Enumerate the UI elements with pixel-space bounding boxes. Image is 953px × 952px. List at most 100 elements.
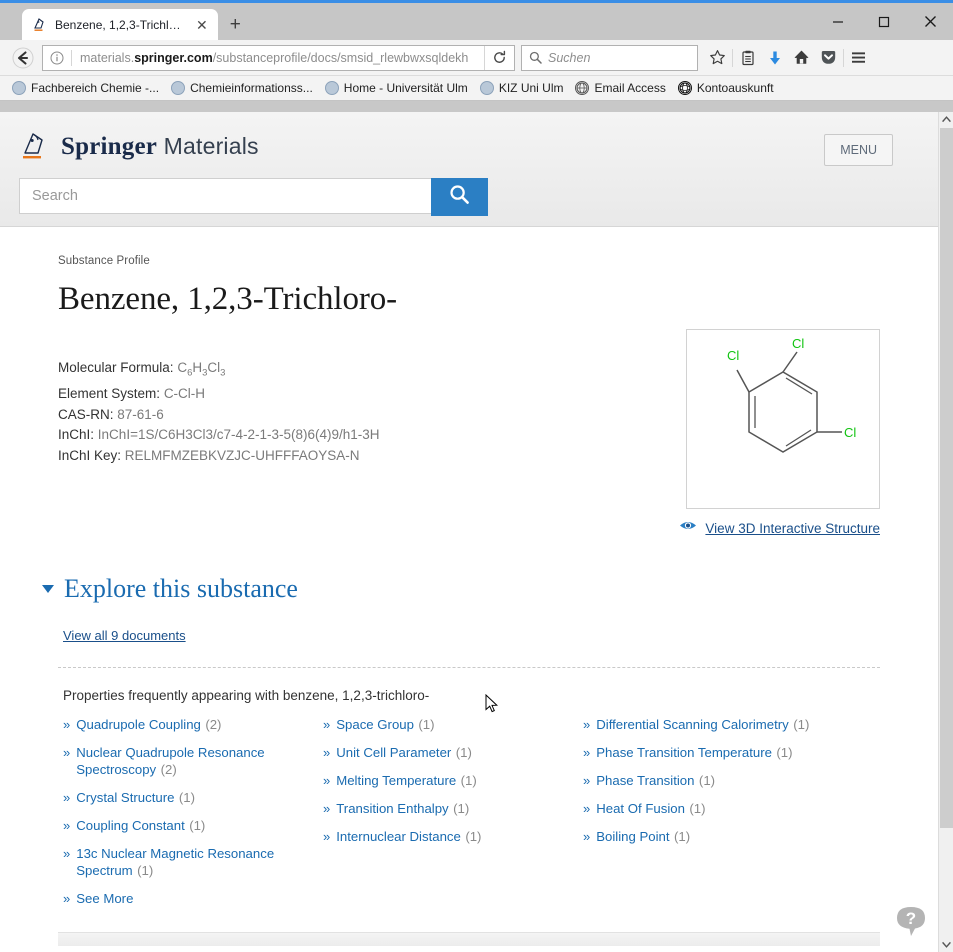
search-magnifier-icon [522,51,542,64]
property-item[interactable]: » Internuclear Distance (1) [323,828,583,845]
close-window-button[interactable] [907,3,953,40]
hamburger-menu-icon[interactable] [845,43,872,73]
bookmark-item-0[interactable]: Fachbereich Chemie -... [6,81,165,95]
property-item[interactable]: » Nuclear Quadrupole Resonance Spectrosc… [63,744,323,778]
bookmark-item-5[interactable]: Kontoauskunft [672,81,780,95]
view-3d-structure-link[interactable]: View 3D Interactive Structure [679,519,880,537]
property-label[interactable]: Internuclear Distance [336,829,461,844]
fact-label: Molecular Formula: [58,360,174,375]
brand-light: Materials [157,133,259,159]
reload-icon[interactable] [484,45,514,70]
new-tab-button[interactable]: + [218,15,251,40]
property-item[interactable]: » Crystal Structure (1) [63,789,323,806]
property-label[interactable]: Phase Transition Temperature [596,745,772,760]
properties-intro: Properties frequently appearing with ben… [63,688,430,704]
search-submit-button[interactable] [431,178,488,216]
property-count: (1) [460,773,477,789]
view-3d-label[interactable]: View 3D Interactive Structure [705,521,880,536]
property-label[interactable]: 13c Nuclear Magnetic Resonance Spectrum [76,846,274,878]
property-item[interactable]: » Transition Enthalpy (1) [323,800,583,817]
bookmark-item-3[interactable]: KIZ Uni Ulm [474,81,570,95]
search-input[interactable]: Search [19,178,432,214]
bookmark-item-2[interactable]: Home - Universität Ulm [319,81,474,95]
pocket-icon[interactable] [815,43,842,73]
fact-value: InChI=1S/C6H3Cl3/c7-4-2-1-3-5(8)6(4)9/h1… [97,427,380,443]
minimize-button[interactable] [815,3,861,40]
explore-section-header[interactable]: Explore this substance [0,574,938,604]
property-item[interactable]: » Boiling Point (1) [583,828,883,845]
brand-wordmark: Springer Materials [61,133,259,161]
tab-close-icon[interactable]: ✕ [194,18,210,32]
site-header: Springer Materials MENU Search [0,112,938,227]
properties-columns: » Quadrupole Coupling (2) » Nuclear Quad… [0,716,938,918]
scroll-down-arrow[interactable] [939,937,953,952]
see-more-link[interactable]: » See More [63,890,323,907]
property-item[interactable]: » Phase Transition (1) [583,772,883,789]
footer-strip [58,932,880,947]
url-prefix: materials. [80,50,135,65]
property-label[interactable]: Transition Enthalpy [336,801,448,816]
springer-horse-logo-icon [18,130,52,164]
see-more-label[interactable]: See More [76,890,133,907]
toolbar-icons [704,43,872,73]
back-button[interactable] [8,43,38,73]
property-item[interactable]: » Differential Scanning Calorimetry (1) [583,716,883,733]
scrollbar-thumb[interactable] [940,128,953,828]
property-item[interactable]: » Heat Of Fusion (1) [583,800,883,817]
dark-globe-icon [677,81,692,95]
property-item[interactable]: » Melting Temperature (1) [323,772,583,789]
help-chat-icon[interactable]: ? [891,902,931,942]
bookmark-item-4[interactable]: Email Access [569,81,671,95]
property-count: (1) [674,829,691,845]
property-label[interactable]: Quadrupole Coupling [76,717,201,732]
scroll-up-arrow[interactable] [939,112,953,127]
chevron-right-icon: » [323,829,331,845]
help-glyph: ? [906,909,916,928]
fact-label: Element System: [58,386,161,402]
view-all-link[interactable]: View all 9 documents [63,628,186,643]
property-count: (1) [453,801,470,817]
property-item[interactable]: » Coupling Constant (1) [63,817,323,834]
property-count: (1) [793,717,810,733]
downloads-icon[interactable] [761,43,788,73]
chevron-right-icon: » [63,846,71,862]
property-item[interactable]: » Quadrupole Coupling (2) [63,716,323,733]
bookmark-item-1[interactable]: Chemieinformationss... [165,81,319,95]
browser-tab[interactable]: Benzene, 1,2,3-Trichloro- ... ✕ [22,9,218,40]
property-item[interactable]: » Space Group (1) [323,716,583,733]
property-label[interactable]: Differential Scanning Calorimetry [596,717,789,732]
springer-favicon [32,17,48,33]
page-viewport: Springer Materials MENU Search Substance… [0,112,953,952]
vertical-scrollbar[interactable] [938,112,953,952]
site-brand[interactable]: Springer Materials [0,130,938,164]
property-label[interactable]: Melting Temperature [336,773,456,788]
property-label[interactable]: Crystal Structure [76,790,174,805]
url-domain: springer.com [134,50,213,65]
menu-button[interactable]: MENU [824,134,893,166]
property-label[interactable]: Phase Transition [596,773,694,788]
address-bar[interactable]: materials.springer.com/substanceprofile/… [42,44,515,71]
browser-search-box[interactable]: Suchen [521,44,698,71]
globe-bookmark-icon [479,81,494,95]
property-label[interactable]: Coupling Constant [76,818,185,833]
view-all-documents[interactable]: View all 9 documents [0,627,938,645]
property-item[interactable]: » 13c Nuclear Magnetic Resonance Spectru… [63,845,323,879]
maximize-button[interactable] [861,3,907,40]
chevron-right-icon: » [323,801,331,817]
property-item[interactable]: » Unit Cell Parameter (1) [323,744,583,761]
property-label[interactable]: Space Group [336,717,414,732]
property-item[interactable]: » Phase Transition Temperature (1) [583,744,883,761]
reading-list-icon[interactable] [734,43,761,73]
property-label[interactable]: Unit Cell Parameter [336,745,451,760]
chevron-down-icon[interactable] [42,585,54,594]
home-icon[interactable] [788,43,815,73]
property-count: (1) [455,745,472,761]
world-globe-icon [575,81,590,95]
site-info-icon[interactable] [43,51,71,65]
property-label[interactable]: Heat Of Fusion [596,801,685,816]
toolbar-divider [732,48,733,67]
property-label[interactable]: Boiling Point [596,829,669,844]
chevron-right-icon: » [323,745,331,761]
properties-column-1: » Quadrupole Coupling (2) » Nuclear Quad… [63,716,323,918]
bookmark-star-icon[interactable] [704,43,731,73]
